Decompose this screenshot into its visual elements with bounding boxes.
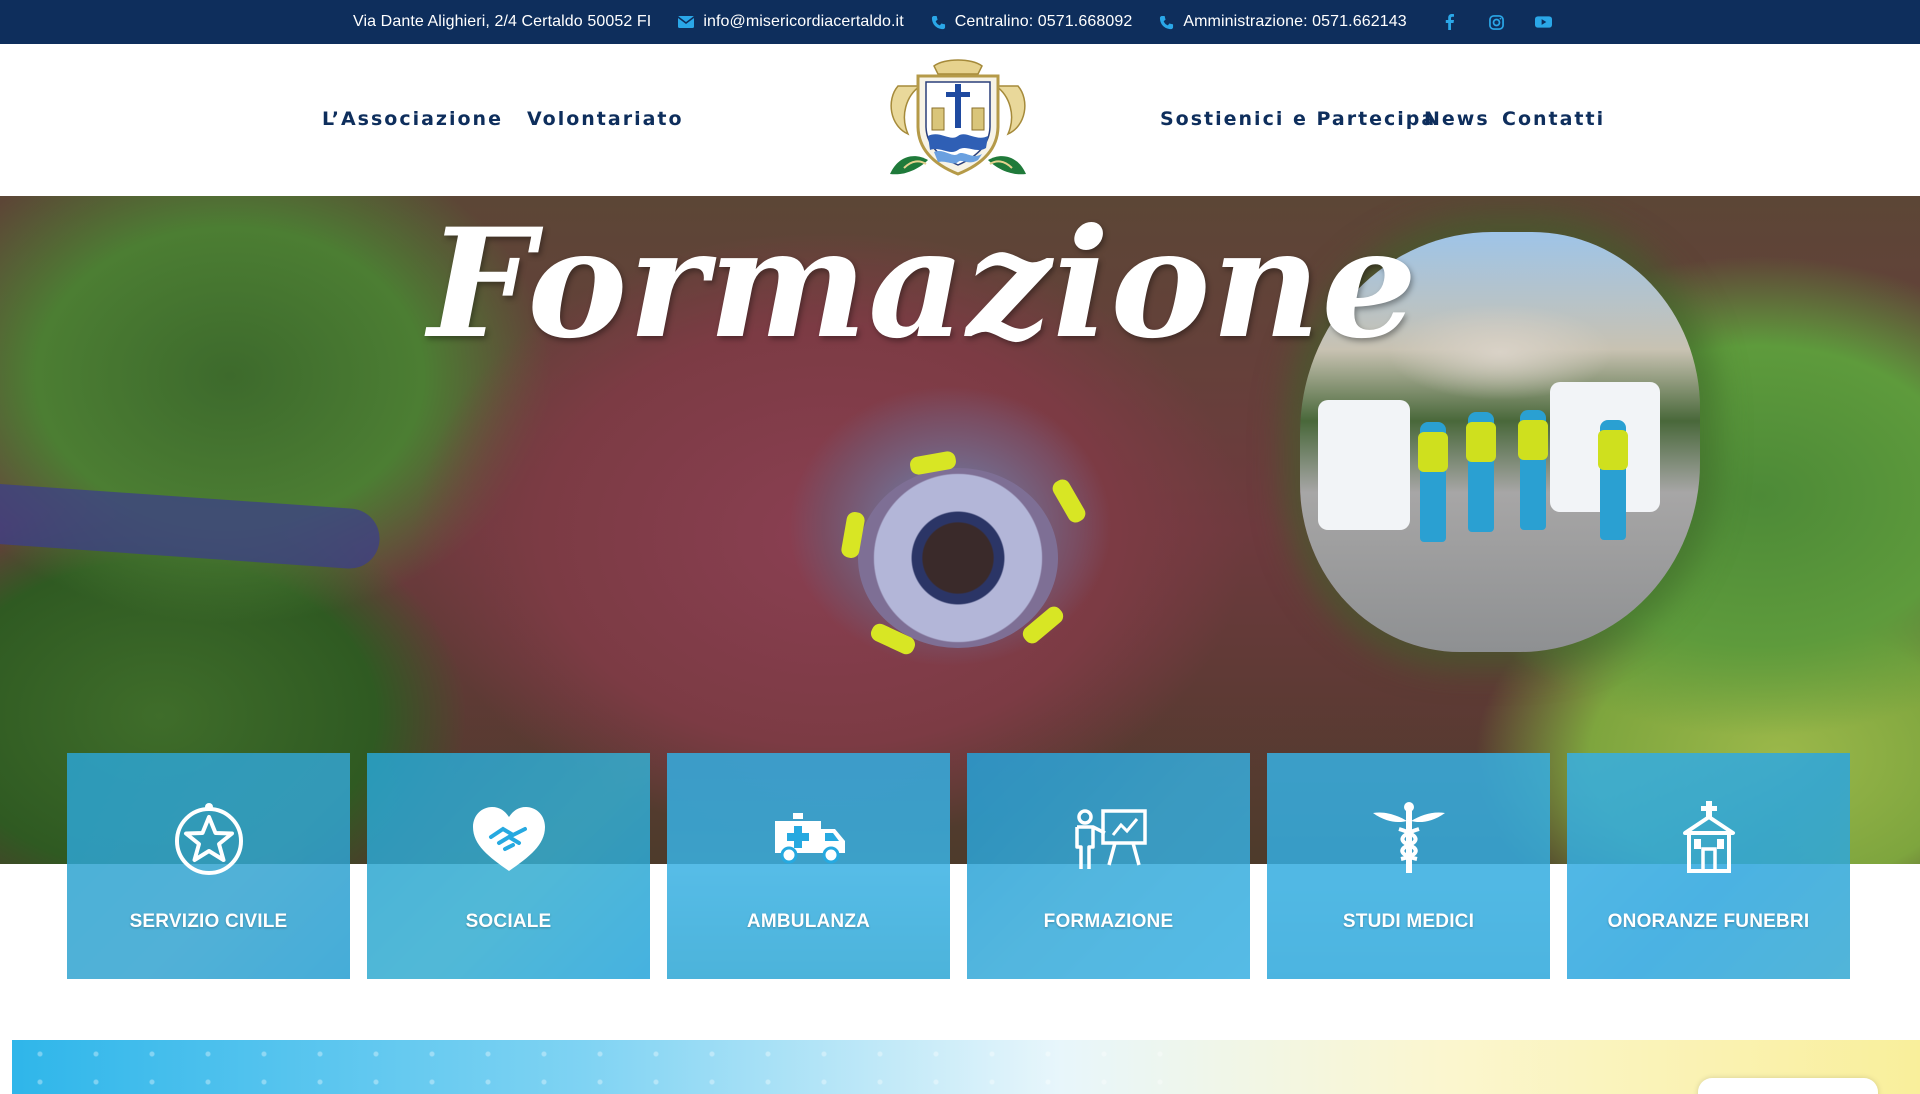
services-cards: SERVIZIO CIVILE SOCIALE AMBULANZA FORMAZ… <box>67 753 1851 979</box>
amministrazione-item[interactable]: Amministrazione: 0571.662143 <box>1159 13 1407 31</box>
amministrazione-phone[interactable]: Amministrazione: 0571.662143 <box>1183 13 1406 31</box>
card-label: SERVIZIO CIVILE <box>129 911 288 932</box>
card-label: AMBULANZA <box>746 911 871 932</box>
site-header: L’Associazione Volontariato Sostienici e… <box>0 44 1920 196</box>
card-studi-medici[interactable]: STUDI MEDICI <box>1267 753 1550 979</box>
hero-volunteer <box>1518 410 1548 530</box>
email-item[interactable]: info@misericordiacertaldo.it <box>678 13 904 31</box>
centralino-phone[interactable]: Centralino: 0571.668092 <box>955 13 1133 31</box>
youtube-icon[interactable] <box>1532 10 1556 34</box>
card-onoranze-funebri[interactable]: ONORANZE FUNEBRI <box>1567 753 1850 979</box>
envelope-icon <box>678 16 695 28</box>
teacher-board-icon <box>1067 797 1151 881</box>
nav-contatti[interactable]: Contatti <box>1502 108 1605 130</box>
address-item: Via Dante Alighieri, 2/4 Certaldo 50052 … <box>353 13 651 31</box>
instagram-icon[interactable] <box>1485 10 1509 34</box>
hero-volunteer <box>1049 476 1089 526</box>
card-servizio-civile[interactable]: SERVIZIO CIVILE <box>67 753 350 979</box>
site-logo[interactable] <box>884 56 1032 184</box>
floating-pill[interactable] <box>1698 1078 1878 1094</box>
nav-sostienici[interactable]: Sostienici e Partecipa <box>1160 108 1436 130</box>
address-text: Via Dante Alighieri, 2/4 Certaldo 50052 … <box>353 13 652 30</box>
star-badge-icon <box>167 797 251 881</box>
centralino-item[interactable]: Centralino: 0571.668092 <box>931 13 1133 31</box>
section-band <box>12 1040 1920 1094</box>
hero-volunteer <box>1598 420 1628 540</box>
hero-fountain <box>858 468 1058 648</box>
hero-volunteer <box>1418 422 1448 542</box>
nav-volontariato[interactable]: Volontariato <box>527 108 684 130</box>
phone-icon <box>1160 15 1174 29</box>
card-sociale[interactable]: SOCIALE <box>367 753 650 979</box>
chapel-icon <box>1667 797 1751 881</box>
caduceus-icon <box>1367 797 1451 881</box>
nav-associazione[interactable]: L’Associazione <box>322 108 503 130</box>
ambulance-icon <box>767 797 851 881</box>
coat-of-arms-logo <box>890 59 1026 176</box>
hero-ambulance <box>1318 400 1410 530</box>
phone-icon <box>931 15 945 29</box>
hero-title: Formazione <box>428 196 1418 372</box>
hex-pattern <box>12 1040 1212 1094</box>
nav-news[interactable]: News <box>1424 108 1490 130</box>
facebook-icon[interactable] <box>1438 10 1462 34</box>
heart-handshake-icon <box>467 797 551 881</box>
card-ambulanza[interactable]: AMBULANZA <box>667 753 950 979</box>
card-label: SOCIALE <box>465 911 552 932</box>
card-label: FORMAZIONE <box>1043 911 1174 932</box>
top-info-bar: Via Dante Alighieri, 2/4 Certaldo 50052 … <box>0 0 1920 44</box>
hero-volunteer <box>1466 412 1496 532</box>
social-links <box>1438 10 1579 34</box>
email-link[interactable]: info@misericordiacertaldo.it <box>703 13 903 31</box>
card-formazione[interactable]: FORMAZIONE <box>967 753 1250 979</box>
card-label: ONORANZE FUNEBRI <box>1607 911 1810 932</box>
hero-walkway <box>0 481 382 571</box>
card-label: STUDI MEDICI <box>1342 911 1475 932</box>
